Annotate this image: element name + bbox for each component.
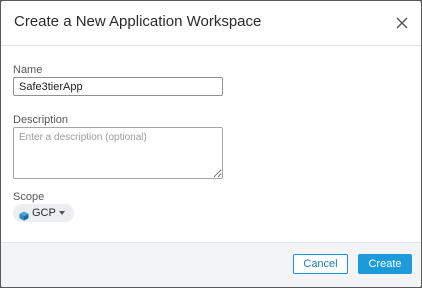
create-button[interactable]: Create [358, 254, 412, 274]
name-label: Name [13, 64, 43, 76]
scope-value: GCP [32, 207, 56, 219]
chevron-down-icon [59, 211, 65, 215]
dialog-header: Create a New Application Workspace [1, 1, 421, 46]
dialog-title: Create a New Application Workspace [14, 13, 262, 30]
dialog-footer: Cancel Create [1, 242, 421, 287]
cancel-button[interactable]: Cancel [293, 254, 348, 274]
cube-icon [19, 208, 29, 221]
close-icon[interactable] [394, 15, 410, 31]
create-workspace-dialog: Create a New Application Workspace Name … [1, 1, 421, 287]
scope-dropdown[interactable]: GCP [13, 204, 74, 222]
description-label: Description [13, 114, 69, 126]
dialog-body: Name Description Scope GCP [1, 46, 421, 242]
description-textarea[interactable] [13, 127, 223, 179]
name-input[interactable] [13, 77, 223, 96]
scope-label: Scope [13, 191, 45, 203]
